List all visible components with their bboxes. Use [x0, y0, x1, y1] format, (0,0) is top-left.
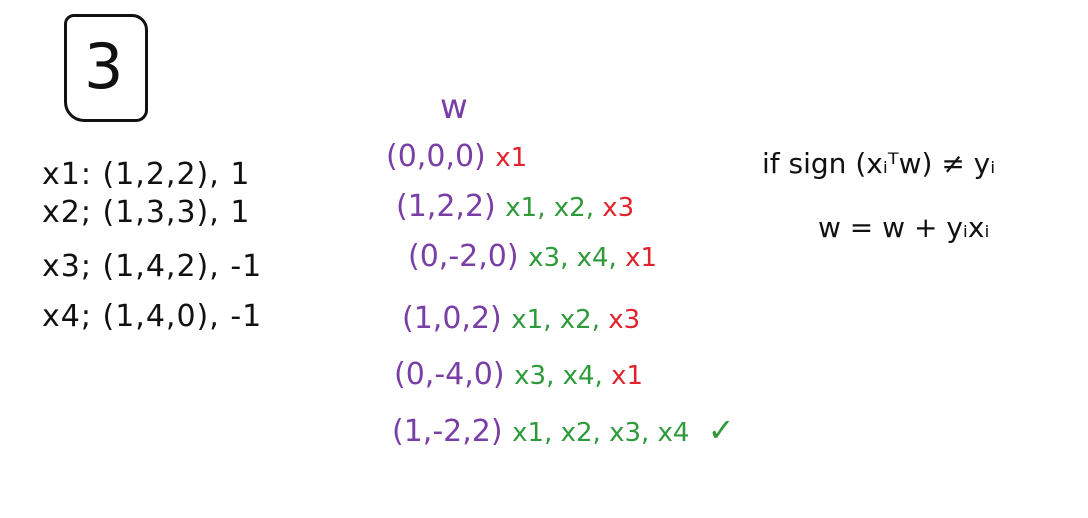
update-formula: w = w + yᵢxᵢ	[818, 211, 990, 244]
check-point: x1	[512, 418, 545, 448]
point-vector: (1,3,3)	[102, 195, 210, 230]
check-point: x1	[611, 361, 643, 391]
point-label: x2;	[42, 195, 92, 230]
weight-vector: (0,-4,0)	[394, 357, 505, 392]
weight-header: w	[440, 87, 468, 127]
trace-row: (1,2,2) x1, x2, x3	[396, 189, 635, 224]
check-point: x4	[562, 361, 595, 391]
trace-row: (0,-2,0) x3, x4, x1	[408, 239, 657, 274]
update-condition: if sign (xᵢᵀw) ≠ yᵢ	[762, 147, 996, 180]
converged-check-icon: ✓	[707, 411, 735, 449]
check-point: x3	[608, 305, 641, 335]
weight-vector: (1,-2,2)	[392, 414, 503, 449]
check-point: x3	[602, 193, 635, 223]
given-point-row: x2; (1,3,3), 1	[42, 198, 250, 228]
point-label: x1:	[42, 157, 92, 192]
point-vector: (1,2,2)	[102, 157, 210, 192]
weight-vector: (1,0,2)	[402, 301, 502, 336]
weight-vector: (0,0,0)	[386, 139, 486, 174]
weight-vector: (1,2,2)	[396, 189, 496, 224]
check-point: x3	[514, 361, 547, 391]
point-target: , -1	[209, 249, 263, 284]
trace-row: (1,-2,2) x1, x2, x3, x4 ✓	[392, 411, 735, 449]
weight-vector: (0,-2,0)	[408, 239, 519, 274]
point-vector: (1,4,0)	[102, 299, 210, 334]
given-point-row: x3; (1,4,2), -1	[42, 252, 262, 282]
point-label: x4;	[42, 299, 92, 334]
check-point: x2	[553, 193, 586, 223]
given-point-row: x1: (1,2,2), 1	[42, 160, 250, 190]
check-point: x2	[560, 418, 593, 448]
point-target: , 1	[209, 157, 251, 192]
point-label: x3;	[42, 249, 92, 284]
check-point: x1	[511, 305, 544, 335]
check-point: x4	[657, 418, 690, 448]
check-point: x3	[609, 418, 641, 448]
trace-row: (1,0,2) x1, x2, x3	[402, 301, 641, 336]
check-point: x1	[505, 193, 538, 223]
check-point: x2	[559, 305, 592, 335]
trace-row: (0,-4,0) x3, x4, x1	[394, 357, 643, 392]
given-point-row: x4; (1,4,0), -1	[42, 302, 262, 332]
point-target: , -1	[209, 299, 263, 334]
check-point: x1	[625, 243, 657, 273]
problem-number: 3	[84, 30, 124, 103]
point-vector: (1,4,2)	[102, 249, 210, 284]
check-point: x1	[495, 143, 528, 173]
trace-row: (0,0,0) x1	[386, 142, 527, 172]
check-point: x3	[528, 243, 561, 273]
point-target: , 1	[209, 195, 251, 230]
check-point: x4	[576, 243, 609, 273]
